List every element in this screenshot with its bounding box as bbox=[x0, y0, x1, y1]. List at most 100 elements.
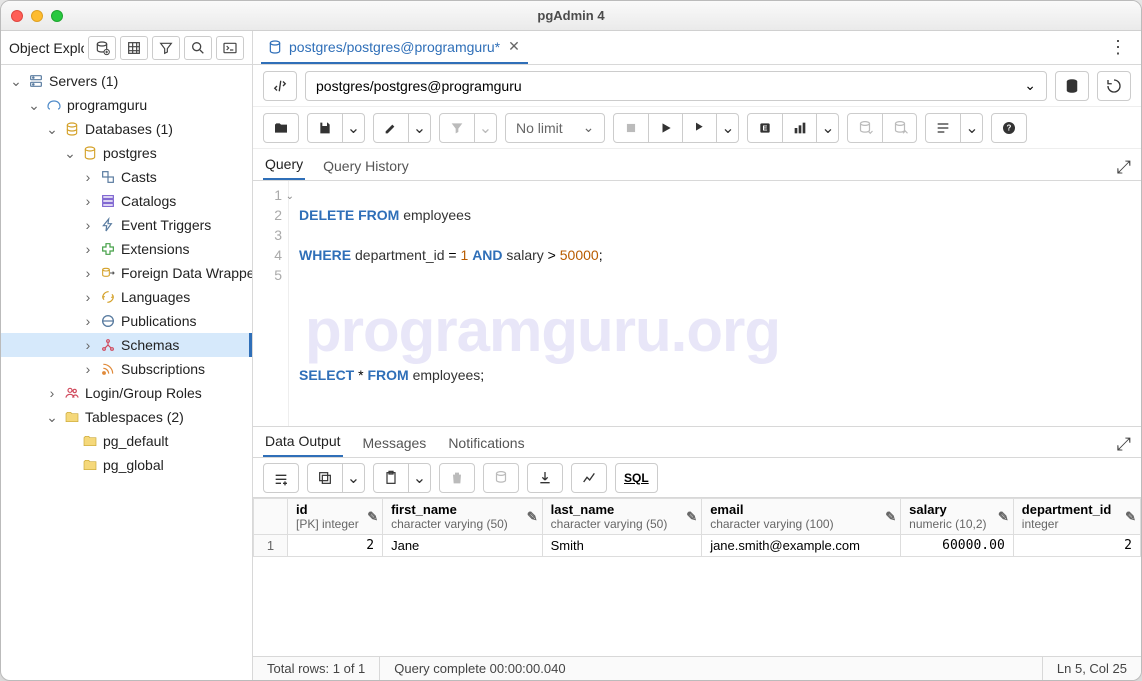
save-dropdown[interactable]: ⌄ bbox=[342, 114, 364, 142]
edit-icon[interactable]: ✎ bbox=[1125, 509, 1136, 525]
connection-status-button[interactable] bbox=[263, 71, 297, 101]
code-area[interactable]: DELETE FROM employees WHERE department_i… bbox=[289, 181, 1141, 426]
cell-last-name[interactable]: Smith bbox=[542, 535, 702, 557]
macros-button[interactable] bbox=[926, 114, 960, 142]
tree-publications[interactable]: ›Publications bbox=[1, 309, 252, 333]
reset-layout-button[interactable] bbox=[1097, 71, 1131, 101]
sidebar-action-button[interactable] bbox=[88, 36, 116, 60]
save-button[interactable] bbox=[308, 114, 342, 142]
sidebar-search-button[interactable] bbox=[184, 36, 212, 60]
help-button[interactable]: ? bbox=[992, 114, 1026, 142]
cell-department-id[interactable]: 2 bbox=[1013, 535, 1140, 557]
edit-icon[interactable]: ✎ bbox=[527, 509, 538, 525]
cell-id[interactable]: 2 bbox=[288, 535, 383, 557]
fdw-icon bbox=[99, 264, 117, 282]
row-limit-select[interactable]: No limit⌄ bbox=[505, 113, 605, 143]
filter-button[interactable] bbox=[440, 114, 474, 142]
open-file-button[interactable] bbox=[264, 114, 298, 142]
tree-db-postgres[interactable]: ⌄postgres bbox=[1, 141, 252, 165]
explain-button[interactable]: E bbox=[748, 114, 782, 142]
commit-button[interactable] bbox=[848, 114, 882, 142]
tree-tablespaces[interactable]: ⌄Tablespaces (2) bbox=[1, 405, 252, 429]
tree-login-roles[interactable]: ›Login/Group Roles bbox=[1, 381, 252, 405]
edit-icon[interactable]: ✎ bbox=[686, 509, 697, 525]
extensions-icon bbox=[99, 240, 117, 258]
col-first-name[interactable]: first_namecharacter varying (50)✎ bbox=[383, 499, 543, 535]
sidebar-filter-button[interactable] bbox=[152, 36, 180, 60]
explain-analyze-button[interactable] bbox=[782, 114, 816, 142]
sidebar-grid-button[interactable] bbox=[120, 36, 148, 60]
delete-row-button[interactable] bbox=[440, 464, 474, 492]
sql-button[interactable]: SQL bbox=[615, 463, 658, 493]
execute-cursor-button[interactable] bbox=[682, 114, 716, 142]
expand-output-icon[interactable]: ⤢ bbox=[1117, 435, 1131, 457]
cell-first-name[interactable]: Jane bbox=[383, 535, 543, 557]
filter-dropdown[interactable]: ⌄ bbox=[474, 114, 496, 142]
tree-event-triggers[interactable]: ›Event Triggers bbox=[1, 213, 252, 237]
status-rows: Total rows: 1 of 1 bbox=[253, 657, 380, 680]
new-connection-button[interactable] bbox=[1055, 71, 1089, 101]
col-id[interactable]: id[PK] integer✎ bbox=[288, 499, 383, 535]
tree-subscriptions[interactable]: ›Subscriptions bbox=[1, 357, 252, 381]
edit-icon[interactable]: ✎ bbox=[885, 509, 896, 525]
database-icon bbox=[267, 39, 283, 55]
explain-dropdown[interactable]: ⌄ bbox=[816, 114, 838, 142]
query-tool-tab[interactable]: postgres/postgres@programguru* ✕ bbox=[261, 31, 528, 64]
paste-button[interactable] bbox=[374, 464, 408, 492]
maximize-window-button[interactable] bbox=[51, 10, 63, 22]
col-email[interactable]: emailcharacter varying (100)✎ bbox=[702, 499, 901, 535]
tab-data-output[interactable]: Data Output bbox=[263, 427, 343, 457]
expand-editor-icon[interactable]: ⤢ bbox=[1117, 158, 1131, 180]
tree-servers[interactable]: ⌄Servers (1) bbox=[1, 69, 252, 93]
tab-query-history[interactable]: Query History bbox=[321, 152, 411, 180]
execute-button[interactable] bbox=[648, 114, 682, 142]
minimize-window-button[interactable] bbox=[31, 10, 43, 22]
tab-query[interactable]: Query bbox=[263, 150, 305, 180]
cell-salary[interactable]: 60000.00 bbox=[901, 535, 1014, 557]
edit-button[interactable] bbox=[374, 114, 408, 142]
tree-server-programguru[interactable]: ⌄programguru bbox=[1, 93, 252, 117]
tree-languages[interactable]: ›Languages bbox=[1, 285, 252, 309]
execute-dropdown[interactable]: ⌄ bbox=[716, 114, 738, 142]
tree-ts-pgglobal[interactable]: pg_global bbox=[1, 453, 252, 477]
cell-email[interactable]: jane.smith@example.com bbox=[702, 535, 901, 557]
app-window: pgAdmin 4 Object Explorer ⌄Servers (1) ⌄… bbox=[0, 0, 1142, 681]
data-grid[interactable]: id[PK] integer✎ first_namecharacter vary… bbox=[253, 498, 1141, 557]
tree-ts-pgdefault[interactable]: pg_default bbox=[1, 429, 252, 453]
add-row-button[interactable] bbox=[264, 464, 298, 492]
tree-extensions[interactable]: ›Extensions bbox=[1, 237, 252, 261]
folder-icon bbox=[63, 408, 81, 426]
col-salary[interactable]: salarynumeric (10,2)✎ bbox=[901, 499, 1014, 535]
tree-fdw[interactable]: ›Foreign Data Wrappers bbox=[1, 261, 252, 285]
copy-button[interactable] bbox=[308, 464, 342, 492]
paste-dropdown[interactable]: ⌄ bbox=[408, 464, 430, 492]
connection-select[interactable]: postgres/postgres@programguru ⌄ bbox=[305, 71, 1047, 101]
col-last-name[interactable]: last_namecharacter varying (50)✎ bbox=[542, 499, 702, 535]
save-data-button[interactable] bbox=[484, 464, 518, 492]
download-button[interactable] bbox=[528, 464, 562, 492]
edit-dropdown[interactable]: ⌄ bbox=[408, 114, 430, 142]
close-tab-button[interactable]: ✕ bbox=[506, 38, 522, 55]
kebab-menu-icon[interactable]: ⋮ bbox=[1103, 37, 1133, 58]
macros-dropdown[interactable]: ⌄ bbox=[960, 114, 982, 142]
table-row[interactable]: 1 2 Jane Smith jane.smith@example.com 60… bbox=[254, 535, 1141, 557]
sql-editor[interactable]: 1⌄ 2 3 4 5 DELETE FROM employees WHERE d… bbox=[253, 181, 1141, 426]
tab-notifications[interactable]: Notifications bbox=[446, 429, 526, 457]
content-area: Object Explorer ⌄Servers (1) ⌄programgur… bbox=[1, 31, 1141, 680]
col-department-id[interactable]: department_idinteger✎ bbox=[1013, 499, 1140, 535]
rollback-button[interactable] bbox=[882, 114, 916, 142]
tab-messages[interactable]: Messages bbox=[361, 429, 429, 457]
edit-icon[interactable]: ✎ bbox=[367, 509, 378, 525]
tree-catalogs[interactable]: ›Catalogs bbox=[1, 189, 252, 213]
copy-dropdown[interactable]: ⌄ bbox=[342, 464, 364, 492]
graph-visualizer-button[interactable] bbox=[572, 464, 606, 492]
chevron-right-icon: › bbox=[81, 362, 95, 376]
stop-button[interactable] bbox=[614, 114, 648, 142]
tree-casts[interactable]: ›Casts bbox=[1, 165, 252, 189]
edit-icon[interactable]: ✎ bbox=[998, 509, 1009, 525]
connection-label: postgres/postgres@programguru bbox=[316, 78, 522, 94]
tree-schemas[interactable]: ›Schemas bbox=[1, 333, 252, 357]
close-window-button[interactable] bbox=[11, 10, 23, 22]
tree-databases[interactable]: ⌄Databases (1) bbox=[1, 117, 252, 141]
sidebar-terminal-button[interactable] bbox=[216, 36, 244, 60]
